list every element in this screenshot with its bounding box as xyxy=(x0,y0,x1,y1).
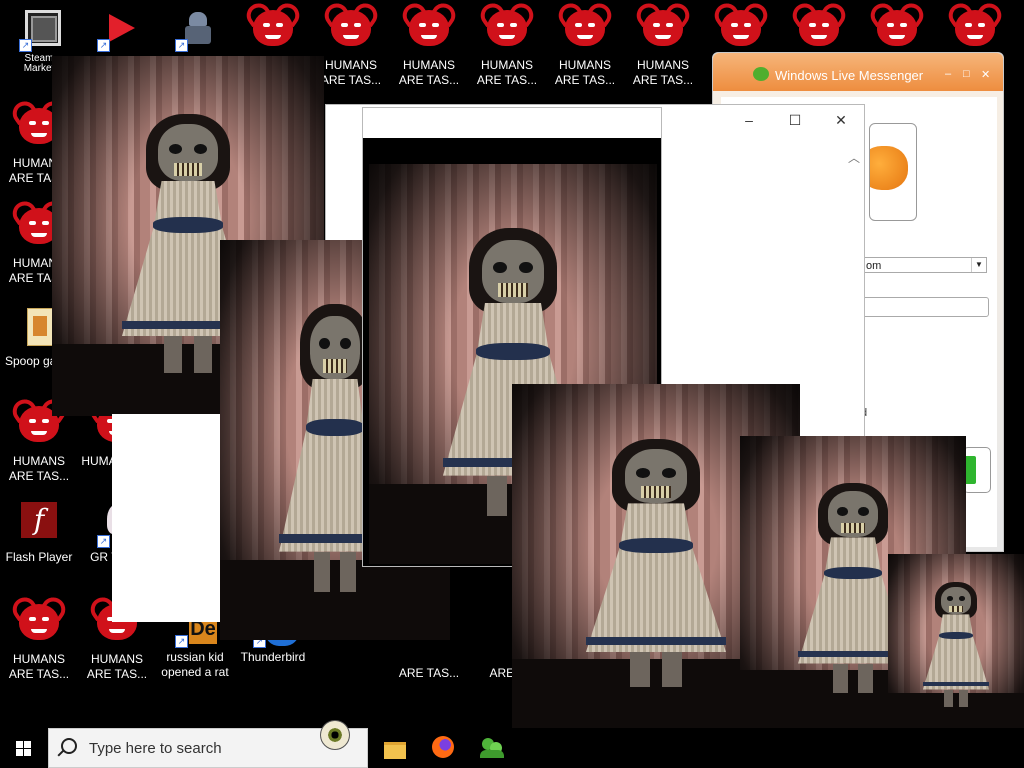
blank-window-panel[interactable] xyxy=(112,414,222,622)
desktop-icon-label: Thunderbird xyxy=(240,650,306,664)
desktop-icon-robot[interactable]: ↗ xyxy=(156,6,234,54)
desktop-icon-humans-are-tasty[interactable] xyxy=(936,8,1014,58)
eyeball-icon[interactable] xyxy=(320,720,350,750)
demon-icon xyxy=(331,10,371,46)
demon-icon xyxy=(877,10,917,46)
desktop-icon-label: Flash Player xyxy=(5,550,73,564)
desktop-icon-humans-are-tasty[interactable] xyxy=(702,8,780,58)
sign-in-button[interactable] xyxy=(963,447,991,493)
desktop-icon-humans-are-tasty[interactable]: HUMANS ARE TAS... xyxy=(546,8,624,88)
file-explorer-icon[interactable] xyxy=(382,734,410,762)
stacked-windows-icon: ↗ xyxy=(17,6,61,52)
doll-figure xyxy=(564,439,748,687)
desktop-icon-label: HUMANS ARE TAS... xyxy=(398,58,460,87)
messenger-taskbar-icon[interactable] xyxy=(478,734,506,762)
windows-logo-icon xyxy=(16,741,23,748)
shortcut-arrow-icon: ↗ xyxy=(97,535,110,548)
shortcut-arrow-icon: ↗ xyxy=(19,39,32,52)
doll-figure xyxy=(912,581,999,708)
search-placeholder: Type here to search xyxy=(89,740,222,757)
desktop-icon-humans-are-tasty[interactable]: HUMANS ARE TAS... xyxy=(0,602,78,682)
password-field[interactable] xyxy=(861,297,989,317)
messenger-titlebar[interactable]: Windows Live Messenger – □ ✕ xyxy=(713,53,1003,91)
demon-icon xyxy=(487,10,527,46)
search-icon xyxy=(61,738,77,754)
desktop-icon-humans-are-tasty[interactable] xyxy=(858,8,936,58)
desktop-icon-humans-are-tasty[interactable]: HUMANS ARE TAS... xyxy=(624,8,702,88)
shortcut-arrow-icon: ↗ xyxy=(175,39,188,52)
desktop-icon-humans-are-tasty[interactable]: ARE TAS... xyxy=(390,666,468,681)
demon-icon xyxy=(955,10,995,46)
desktop-icon-label: HUMANS ARE TAS... xyxy=(632,58,694,87)
chevron-down-icon[interactable]: ▼ xyxy=(971,258,986,272)
red-arrow-icon: ↗ xyxy=(95,6,139,52)
maximize-icon[interactable]: ☐ xyxy=(786,111,804,129)
minimize-icon[interactable]: – xyxy=(740,111,758,129)
demon-icon xyxy=(409,10,449,46)
desktop-icon-label: russian kid opened a rat xyxy=(161,650,229,679)
creepy-doll-image[interactable] xyxy=(888,554,1024,728)
email-value: om xyxy=(866,260,882,272)
desktop-icon-label: HUMANS ARE TAS... xyxy=(8,454,70,483)
desktop-icon-label: ARE TAS... xyxy=(398,666,460,680)
desktop-icon-humans-are-tasty[interactable]: HUMANS ARE TAS... xyxy=(390,8,468,88)
shortcut-arrow-icon: ↗ xyxy=(175,635,188,648)
desktop-icon-humans-are-tasty[interactable] xyxy=(234,8,312,58)
desktop: ↗ Steam Market ↗ ↗ HUMANS ARE TAS... HUM… xyxy=(0,0,1024,728)
scroll-up-icon[interactable]: ︿ xyxy=(848,149,860,166)
desktop-icon-humans-are-tasty[interactable]: HUMANS ARE TAS... xyxy=(0,404,78,484)
demon-icon xyxy=(721,10,761,46)
start-button[interactable] xyxy=(0,728,48,768)
pumpkin-icon xyxy=(870,146,908,190)
messenger-logo-icon xyxy=(753,67,769,81)
demon-icon xyxy=(253,10,293,46)
shortcut-arrow-icon: ↗ xyxy=(97,39,110,52)
demon-icon xyxy=(799,10,839,46)
flash-player-icon: f xyxy=(17,502,61,546)
firefox-icon[interactable] xyxy=(430,734,458,762)
desktop-icon-humans-are-tasty[interactable]: HUMANS ARE TAS... xyxy=(468,8,546,88)
robot-icon: ↗ xyxy=(173,6,217,52)
messenger-title: Windows Live Messenger xyxy=(775,68,924,83)
desktop-icon-arrow-app[interactable]: ↗ xyxy=(78,6,156,54)
display-picture[interactable] xyxy=(869,123,917,221)
desktop-icon-flash-player[interactable]: f Flash Player xyxy=(0,502,78,565)
window-titlebar[interactable] xyxy=(363,108,661,138)
desktop-icon-humans-are-tasty[interactable] xyxy=(780,8,858,58)
demon-icon xyxy=(19,604,59,640)
demon-icon xyxy=(565,10,605,46)
desktop-icon-label: HUMANS ARE TAS... xyxy=(476,58,538,87)
minimize-icon[interactable]: – xyxy=(945,68,951,80)
desktop-icon-label: HUMANS ARE TAS... xyxy=(8,652,70,681)
demon-icon xyxy=(643,10,683,46)
desktop-icon-label: HUMANS ARE TAS... xyxy=(86,652,148,681)
maximize-icon[interactable]: □ xyxy=(963,68,970,80)
taskbar: Type here to search xyxy=(0,728,1024,768)
close-icon[interactable]: ✕ xyxy=(981,68,990,81)
close-icon[interactable]: ✕ xyxy=(832,111,850,129)
email-field[interactable]: om ▼ xyxy=(861,257,987,273)
desktop-icon-label: HUMANS ARE TAS... xyxy=(554,58,616,87)
